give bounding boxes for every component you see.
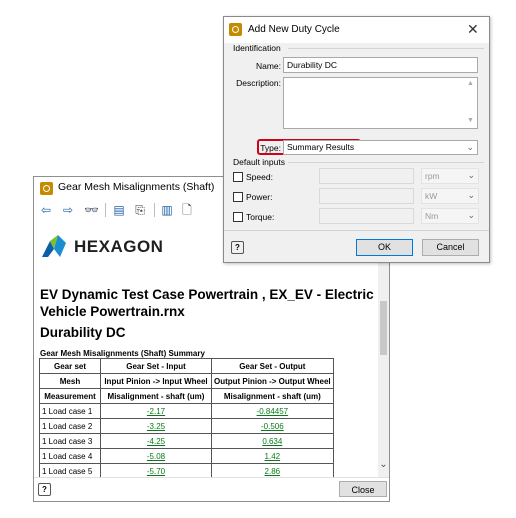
name-field[interactable]: Durability DC bbox=[283, 57, 478, 73]
table-caption: Gear Mesh Misalignments (Shaft) Summary bbox=[40, 349, 205, 358]
table-header-row: Gear set Gear Set - Input Gear Set - Out… bbox=[39, 358, 334, 374]
power-checkbox[interactable] bbox=[233, 192, 243, 202]
header-meas-output: Misalignment - shaft (um) bbox=[211, 388, 334, 404]
torque-label: Torque: bbox=[246, 212, 275, 222]
window-title: Gear Mesh Misalignments (Shaft) bbox=[58, 181, 215, 193]
footer-divider bbox=[224, 230, 489, 231]
row-label: 1 Load case 3 bbox=[39, 433, 101, 449]
value-link[interactable]: -0.84457 bbox=[211, 403, 334, 419]
table-row: 1 Load case 5 -5.70 2.86 bbox=[39, 463, 334, 477]
type-select-value: Summary Results bbox=[287, 142, 355, 152]
torque-checkbox[interactable] bbox=[233, 212, 243, 222]
header-meas-input: Misalignment - shaft (um) bbox=[100, 388, 212, 404]
header-mesh-input: Input Pinion -> Input Wheel bbox=[100, 373, 212, 389]
find-binoculars-icon[interactable]: 👓 bbox=[84, 201, 99, 219]
chevron-down-icon: ⌄ bbox=[467, 170, 475, 180]
row-label: 1 Load case 2 bbox=[39, 418, 101, 434]
power-unit-value: kW bbox=[425, 191, 438, 201]
hexagon-logo: HEXAGON bbox=[40, 233, 190, 259]
identification-section-label: Identification bbox=[233, 43, 281, 53]
report-title: EV Dynamic Test Case Powertrain , EX_EV … bbox=[40, 287, 374, 319]
torque-field bbox=[319, 208, 414, 224]
description-label: Description: bbox=[236, 78, 281, 88]
dialog-title-bar: Add New Duty Cycle ✕ bbox=[224, 17, 489, 43]
app-icon bbox=[229, 23, 242, 36]
cancel-button[interactable]: Cancel bbox=[422, 239, 479, 256]
chevron-down-icon: ⌄ bbox=[467, 190, 475, 200]
header-mesh: Mesh bbox=[39, 373, 101, 389]
scroll-down-icon: ▼ bbox=[467, 117, 474, 124]
chevron-down-icon[interactable]: ⌄ bbox=[378, 459, 389, 473]
value-link[interactable]: -5.70 bbox=[100, 463, 212, 477]
value-link[interactable]: -0.506 bbox=[211, 418, 334, 434]
toolbar-divider bbox=[105, 203, 106, 217]
scrollbar-thumb[interactable] bbox=[380, 301, 387, 355]
table-header-row: Mesh Input Pinion -> Input Wheel Output … bbox=[39, 373, 334, 389]
value-link[interactable]: 2.86 bbox=[211, 463, 334, 477]
dialog-title: Add New Duty Cycle bbox=[248, 24, 340, 35]
power-label: Power: bbox=[246, 192, 273, 202]
view-icon[interactable]: ▤ bbox=[112, 201, 126, 219]
row-label: 1 Load case 5 bbox=[39, 463, 101, 477]
report-subtitle: Durability DC bbox=[40, 325, 126, 340]
book-icon[interactable]: ▥ bbox=[160, 201, 174, 219]
speed-label: Speed: bbox=[246, 172, 273, 182]
speed-checkbox[interactable] bbox=[233, 172, 243, 182]
torque-unit-select: Nm ⌄ bbox=[421, 208, 479, 224]
value-link[interactable]: -2.17 bbox=[100, 403, 212, 419]
help-icon[interactable]: ? bbox=[38, 483, 51, 496]
name-label: Name: bbox=[255, 61, 281, 71]
help-icon[interactable]: ? bbox=[231, 241, 244, 254]
speed-unit-select: rpm ⌄ bbox=[421, 168, 479, 184]
row-label: 1 Load case 1 bbox=[39, 403, 101, 419]
app-icon bbox=[40, 182, 53, 195]
value-link[interactable]: 0.634 bbox=[211, 433, 334, 449]
row-label: 1 Load case 4 bbox=[39, 448, 101, 464]
type-label: Type: bbox=[260, 143, 281, 153]
hexagon-logo-icon bbox=[42, 235, 66, 257]
header-mesh-output: Output Pinion -> Output Wheel bbox=[211, 373, 334, 389]
table-row: 1 Load case 1 -2.17 -0.84457 bbox=[39, 403, 334, 419]
value-link[interactable]: -5.08 bbox=[100, 448, 212, 464]
chevron-down-icon: ⌄ bbox=[466, 142, 474, 152]
ok-button[interactable]: OK bbox=[356, 239, 413, 256]
copy-icon[interactable]: ⎘ bbox=[133, 201, 147, 219]
section-divider bbox=[288, 48, 484, 49]
power-field bbox=[319, 188, 414, 204]
description-field[interactable] bbox=[283, 77, 478, 129]
close-icon[interactable]: ✕ bbox=[467, 21, 479, 38]
header-measurement: Measurement bbox=[39, 388, 101, 404]
type-select[interactable]: Summary Results ⌄ bbox=[283, 140, 478, 155]
value-link[interactable]: -4.25 bbox=[100, 433, 212, 449]
power-unit-select: kW ⌄ bbox=[421, 188, 479, 204]
value-link[interactable]: -3.25 bbox=[100, 418, 212, 434]
speed-field bbox=[319, 168, 414, 184]
add-duty-cycle-dialog: Add New Duty Cycle ✕ Identification Name… bbox=[223, 16, 490, 263]
toolbar-divider bbox=[154, 203, 155, 217]
default-inputs-section-label: Default inputs bbox=[233, 157, 285, 167]
chevron-down-icon: ⌄ bbox=[467, 210, 475, 220]
value-link[interactable]: 1.42 bbox=[211, 448, 334, 464]
table-row: 1 Load case 3 -4.25 0.634 bbox=[39, 433, 334, 449]
scroll-up-icon: ▲ bbox=[467, 80, 474, 87]
header-output: Gear Set - Output bbox=[211, 358, 334, 374]
window-footer: ? Close bbox=[34, 477, 389, 501]
summary-table: Gear set Gear Set - Input Gear Set - Out… bbox=[39, 358, 334, 477]
forward-arrow-icon[interactable]: ⇨ bbox=[62, 201, 74, 219]
torque-unit-value: Nm bbox=[425, 211, 439, 221]
table-header-row: Measurement Misalignment - shaft (um) Mi… bbox=[39, 388, 334, 404]
speed-unit-value: rpm bbox=[425, 171, 440, 181]
header-gear-set: Gear set bbox=[39, 358, 101, 374]
print-preview-icon[interactable]: 🗋 bbox=[180, 201, 194, 219]
table-row: 1 Load case 4 -5.08 1.42 bbox=[39, 448, 334, 464]
table-row: 1 Load case 2 -3.25 -0.506 bbox=[39, 418, 334, 434]
logo-wordmark: HEXAGON bbox=[74, 237, 164, 256]
back-arrow-icon[interactable]: ⇦ bbox=[40, 201, 52, 219]
close-button[interactable]: Close bbox=[339, 481, 387, 497]
section-divider bbox=[288, 162, 484, 163]
header-input: Gear Set - Input bbox=[100, 358, 212, 374]
